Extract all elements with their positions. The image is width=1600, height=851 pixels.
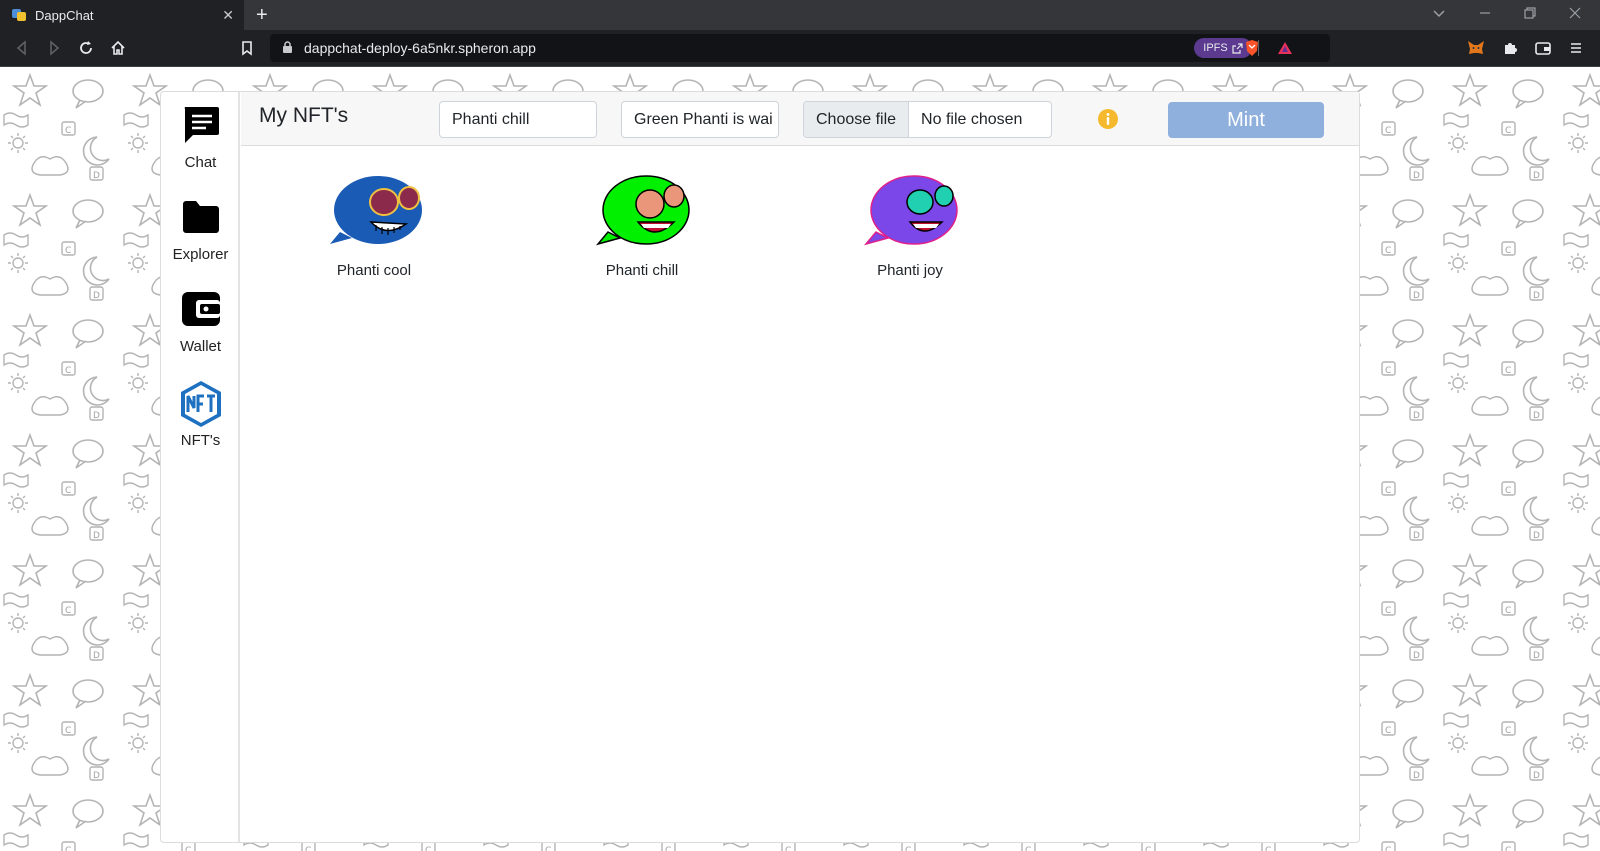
nft-name: Phanti joy (877, 262, 943, 279)
wallet-toolbar-icon[interactable] (1533, 38, 1553, 58)
sidebar-item-chat[interactable]: Chat (161, 104, 240, 171)
app-panel: Chat Explorer Wallet NFT's My NFT's Phan… (160, 91, 1360, 843)
nft-card[interactable]: Phanti joy (825, 172, 995, 279)
browser-tab-bar: DappChat ✕ + (0, 0, 1600, 30)
brave-shields-icon[interactable] (1242, 38, 1262, 58)
dappchat-favicon-icon (12, 9, 26, 21)
new-tab-button[interactable]: + (256, 4, 268, 26)
brave-rewards-icon[interactable] (1275, 38, 1295, 58)
sidebar-item-nfts[interactable]: NFT's (161, 380, 240, 449)
restore-icon[interactable] (1523, 6, 1537, 23)
choose-file-button[interactable]: Choose file (804, 102, 910, 137)
mint-button[interactable]: Mint (1168, 102, 1324, 138)
file-upload-input[interactable]: Choose file No file chosen (803, 101, 1052, 138)
page-title: My NFT's (259, 104, 349, 127)
nft-header-bar: My NFT's Phanti chill Green Phanti is wa… (241, 92, 1359, 146)
nft-name: Phanti cool (336, 262, 412, 279)
reload-icon[interactable] (76, 38, 96, 58)
nft-card[interactable]: Phanti chill (557, 172, 727, 279)
close-window-icon[interactable] (1568, 6, 1582, 23)
sidebar-item-label: Wallet (179, 338, 222, 355)
sidebar-nav: Chat Explorer Wallet NFT's (161, 92, 240, 842)
sidebar-item-explorer[interactable]: Explorer (161, 196, 240, 263)
nft-icon (179, 380, 223, 428)
browser-tab[interactable]: DappChat ✕ (0, 0, 244, 30)
metamask-extension-icon[interactable] (1466, 38, 1486, 58)
nft-description-input[interactable]: Green Phanti is wai (621, 101, 779, 138)
nft-name-input[interactable]: Phanti chill (439, 101, 597, 138)
nft-name: Phanti chill (605, 262, 679, 279)
extensions-icon[interactable] (1500, 38, 1520, 58)
minimize-icon[interactable] (1478, 6, 1492, 23)
phanti-chill-nft-image (595, 175, 690, 246)
lock-icon (282, 41, 293, 59)
wallet-icon (180, 288, 222, 330)
page-viewport: C D Chat (0, 67, 1600, 851)
phanti-cool-nft-image (330, 176, 422, 244)
folder-icon (180, 196, 222, 238)
file-status-text: No file chosen (921, 110, 1023, 128)
browser-toolbar: dappchat-deploy-6a5nkr.spheron.app IPFS (0, 30, 1600, 67)
tab-title: DappChat (35, 7, 94, 23)
address-bar[interactable]: dappchat-deploy-6a5nkr.spheron.app IPFS (270, 34, 1330, 62)
forward-icon[interactable] (44, 38, 64, 58)
home-icon[interactable] (108, 38, 128, 58)
sidebar-item-label: Explorer (172, 246, 229, 263)
close-tab-icon[interactable]: ✕ (222, 7, 234, 23)
chat-icon (180, 104, 222, 146)
menu-icon[interactable] (1566, 38, 1586, 58)
info-icon[interactable] (1097, 108, 1119, 130)
back-icon[interactable] (12, 38, 32, 58)
sidebar-item-wallet[interactable]: Wallet (161, 288, 240, 355)
url-text: dappchat-deploy-6a5nkr.spheron.app (304, 40, 536, 56)
phanti-joy-nft-image (863, 175, 958, 246)
tab-search-icon[interactable] (1432, 6, 1446, 23)
sidebar-item-label: NFT's (180, 432, 221, 449)
ipfs-badge-label: IPFS (1203, 42, 1228, 54)
bookmark-icon[interactable] (237, 38, 257, 58)
nft-card[interactable]: Phanti cool (289, 172, 459, 279)
sidebar-item-label: Chat (184, 154, 217, 171)
